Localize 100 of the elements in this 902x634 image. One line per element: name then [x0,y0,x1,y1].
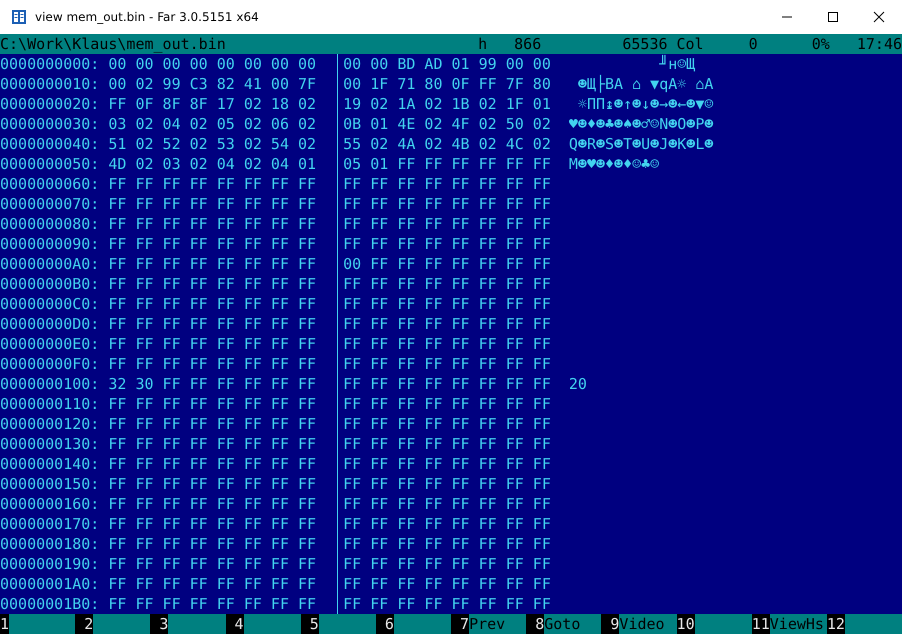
function-key[interactable] [694,614,752,634]
hex-bytes: 00 02 99 C3 82 41 00 7F [108,74,316,94]
key-number: 6 [384,614,394,634]
char-dump: ☼ПП↨☻↑☻↓☻→☻←☻▼☺ [576,94,714,114]
char-dump: ♥☻♦☻♣☻♠☻♂☺N☻O☻P☻ [568,114,714,134]
hex-bytes: FF FF FF FF FF FF FF FF [108,514,316,534]
hex-bytes: 32 30 FF FF FF FF FF FF [108,374,316,394]
hex-bytes: FF FF FF FF FF FF FF FF [343,354,551,374]
status-text: Col [676,34,705,54]
hex-bytes: FF FF FF FF FF FF FF FF [343,394,551,414]
function-key[interactable] [244,614,301,634]
function-key[interactable]: Prev [469,614,526,634]
address: 0000000050: [0,154,100,174]
key-number: 12 [826,614,845,634]
address: 0000000060: [0,174,100,194]
key-number: 1 [0,614,10,634]
address: 00000000E0: [0,334,100,354]
address: 0000000180: [0,534,100,554]
key-number: 9 [609,614,620,634]
hex-bytes: 0B 01 4E 02 4F 02 50 02 [343,114,551,134]
hex-bytes: 03 02 04 02 05 02 06 02 [108,114,316,134]
address: 00000000B0: [0,274,100,294]
status-text: 65536 [622,34,669,54]
hex-bytes: FF FF FF FF FF FF FF FF [343,334,551,354]
hex-bytes: 00 00 BD AD 01 99 00 00 [343,54,551,74]
hex-bytes: FF FF FF FF FF FF FF FF [108,454,316,474]
hex-bytes: FF FF FF FF FF FF FF FF [343,434,551,454]
maximize-icon [827,11,839,23]
char-dump: Q☻R☻S☻T☻U☻J☻K☻L☻ [568,134,714,154]
hex-bytes: FF FF FF FF FF FF FF FF [108,214,316,234]
hex-bytes: FF 0F 8F 8F 17 02 18 02 [108,94,316,114]
hex-bytes: FF FF FF FF FF FF FF FF [343,554,551,574]
function-key[interactable] [394,614,452,634]
address: 0000000020: [0,94,100,114]
address: 00000000A0: [0,254,100,274]
char-dump: 20 [568,374,587,394]
window-title: view mem_out.bin - Far 3.0.5151 x64 [35,10,260,24]
function-key[interactable] [168,614,226,634]
char-dump: ☻Щ├ВA ⌂ ▼qА☼ ⌂А [576,74,714,94]
hex-bytes: FF FF FF FF FF FF FF FF [108,594,316,614]
address: 0000000110: [0,394,100,414]
function-key[interactable]: Goto [544,614,602,634]
hex-bytes: FF FF FF FF FF FF FF FF [343,474,551,494]
char-dump: ╜н☺Щ [658,54,696,74]
address: 0000000040: [0,134,100,154]
hex-bytes: 05 01 FF FF FF FF FF FF [343,154,551,174]
address: 0000000140: [0,454,100,474]
hex-bytes: FF FF FF FF FF FF FF FF [108,234,316,254]
hex-bytes: 4D 02 03 02 04 02 04 01 [108,154,316,174]
hex-bytes: FF FF FF FF FF FF FF FF [108,494,316,514]
status-text: h [478,34,488,54]
key-number: 8 [534,614,544,634]
hex-bytes: FF FF FF FF FF FF FF FF [108,294,316,314]
hex-bytes: 51 02 52 02 53 02 54 02 [108,134,316,154]
hex-bytes: FF FF FF FF FF FF FF FF [108,334,316,354]
status-text: 0% [812,34,831,54]
address: 00000001A0: [0,574,100,594]
hex-bytes: FF FF FF FF FF FF FF FF [343,234,551,254]
address: 00000000C0: [0,294,100,314]
hex-bytes: FF FF FF FF FF FF FF FF [343,274,551,294]
hex-bytes: FF FF FF FF FF FF FF FF [343,294,551,314]
hex-bytes: 00 00 00 00 00 00 00 00 [108,54,316,74]
address: 0000000130: [0,434,100,454]
hex-bytes: FF FF FF FF FF FF FF FF [343,214,551,234]
hex-bytes: FF FF FF FF FF FF FF FF [108,534,316,554]
address: 0000000170: [0,514,100,534]
key-number: 11 [752,614,770,634]
address: 0000000000: [0,54,100,74]
function-key[interactable] [9,614,76,634]
hex-bytes: 55 02 4A 02 4B 02 4C 02 [343,134,551,154]
hex-bytes: FF FF FF FF FF FF FF FF [343,194,551,214]
function-key[interactable] [93,614,150,634]
hex-bytes: 19 02 1A 02 1B 02 1F 01 [343,94,551,114]
address: 0000000100: [0,374,100,394]
hex-bytes: FF FF FF FF FF FF FF FF [108,434,316,454]
hex-bytes: FF FF FF FF FF FF FF FF [343,514,551,534]
hex-bytes: FF FF FF FF FF FF FF FF [108,254,316,274]
status-text: C:\Work\Klaus\mem_out.bin [0,34,227,54]
hex-bytes: 00 1F 71 80 0F FF 7F 80 [343,74,551,94]
function-key[interactable] [318,614,376,634]
status-text: 866 [514,34,542,54]
hex-bytes: FF FF FF FF FF FF FF FF [108,314,316,334]
hex-bytes: FF FF FF FF FF FF FF FF [108,474,316,494]
address: 00000000F0: [0,354,100,374]
function-key[interactable]: ViewHs [770,614,827,634]
hex-bytes: FF FF FF FF FF FF FF FF [343,414,551,434]
close-icon [873,11,885,23]
hex-bytes: FF FF FF FF FF FF FF FF [343,574,551,594]
book-icon [11,9,27,25]
hex-bytes: FF FF FF FF FF FF FF FF [343,174,551,194]
address: 0000000030: [0,114,100,134]
hex-bytes: FF FF FF FF FF FF FF FF [108,194,316,214]
hex-bytes: FF FF FF FF FF FF FF FF [108,354,316,374]
hex-bytes: FF FF FF FF FF FF FF FF [343,594,551,614]
function-key[interactable]: Video [619,614,677,634]
char-dump: M☻♥☻♦☻♦☺♣☺ [568,154,660,174]
hex-bytes: FF FF FF FF FF FF FF FF [343,534,551,554]
function-key[interactable] [844,614,902,634]
address: 0000000150: [0,474,100,494]
hex-bytes: FF FF FF FF FF FF FF FF [108,574,316,594]
